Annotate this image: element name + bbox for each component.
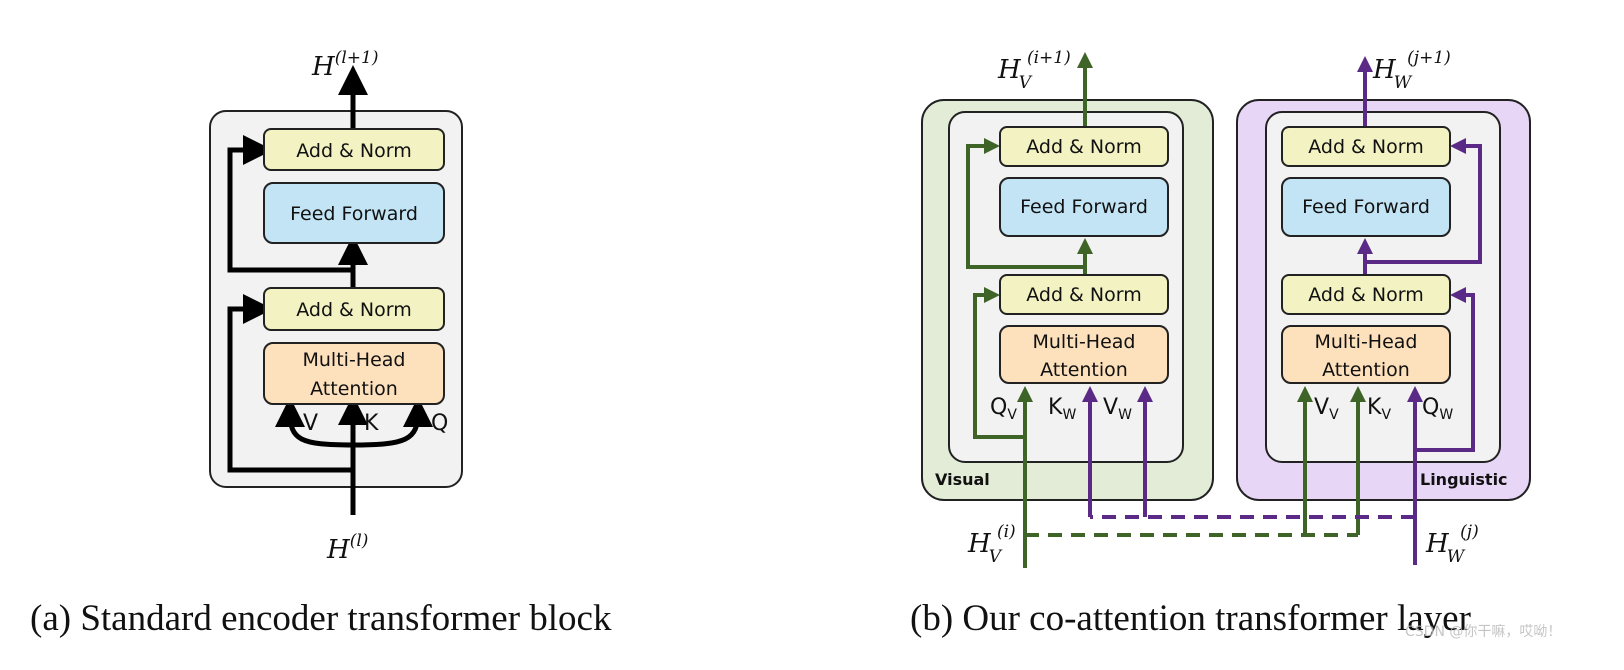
visual-input-label: HV(i)	[967, 522, 1016, 567]
linguistic-add-norm-bottom-label: Add & Norm	[1308, 284, 1424, 306]
caption-a: (a) Standard encoder transformer block	[30, 598, 612, 639]
linguistic-add-norm-top-label: Add & Norm	[1308, 136, 1424, 158]
caption-b: (b) Our co-attention transformer layer	[910, 598, 1471, 639]
panel-a-standard-encoder: Add & Norm Feed Forward Add & Norm Multi…	[30, 48, 612, 639]
transformer-diagram-figure: Add & Norm Feed Forward Add & Norm Multi…	[30, 48, 1561, 640]
output-label: H(l+1)	[311, 48, 378, 82]
mha-label-line1: Multi-Head	[303, 349, 406, 371]
visual-add-norm-bottom-label: Add & Norm	[1026, 284, 1142, 306]
v-label: V	[303, 411, 318, 436]
watermark: CSDN @你干嘛，哎呦！	[1405, 624, 1561, 640]
linguistic-stream-label: Linguistic	[1420, 470, 1508, 489]
mha-label-line2: Attention	[310, 378, 398, 400]
visual-feed-forward-label: Feed Forward	[1020, 196, 1148, 218]
feed-forward-label: Feed Forward	[290, 203, 418, 225]
add-norm-bottom-label: Add & Norm	[296, 299, 412, 321]
visual-mha-line1: Multi-Head	[1033, 331, 1136, 353]
q-label: Q	[431, 411, 448, 436]
panel-b-co-attention: Visual Linguistic Add & Norm Feed Forwar…	[910, 48, 1531, 639]
k-label: K	[364, 411, 379, 436]
visual-mha-line2: Attention	[1040, 359, 1128, 381]
input-label: H(l)	[326, 531, 368, 565]
linguistic-feed-forward-label: Feed Forward	[1302, 196, 1430, 218]
visual-stream-label: Visual	[935, 470, 990, 489]
visual-output-label: HV(i+1)	[997, 48, 1071, 93]
linguistic-input-label: HW(j)	[1425, 522, 1479, 567]
add-norm-top-label: Add & Norm	[296, 140, 412, 162]
linguistic-output-label: HW(j+1)	[1372, 48, 1451, 93]
linguistic-mha-line2: Attention	[1322, 359, 1410, 381]
visual-add-norm-top-label: Add & Norm	[1026, 136, 1142, 158]
linguistic-mha-line1: Multi-Head	[1315, 331, 1418, 353]
